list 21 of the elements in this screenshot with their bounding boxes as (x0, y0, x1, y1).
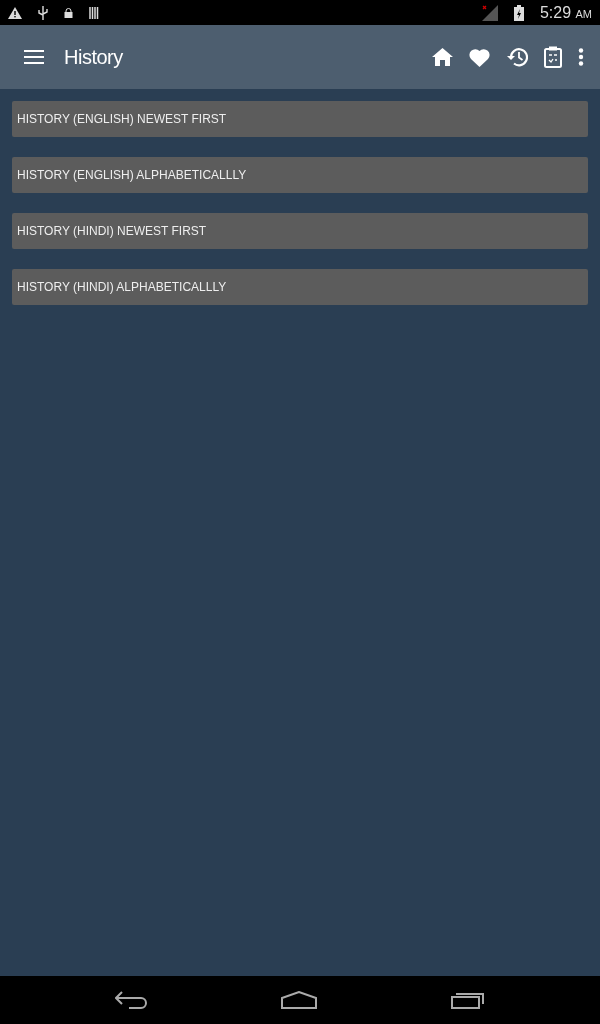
heart-icon[interactable] (469, 47, 490, 67)
recent-apps-icon[interactable] (451, 991, 486, 1009)
back-icon[interactable] (114, 991, 148, 1009)
clock: 5:29 AM (539, 2, 592, 23)
signal-icon (481, 4, 498, 21)
history-icon[interactable] (506, 47, 528, 67)
warning-icon (8, 6, 22, 19)
usb-icon (38, 5, 48, 20)
home-icon[interactable] (281, 991, 318, 1009)
battery-icon (513, 4, 524, 21)
clipboard-icon[interactable] (544, 46, 562, 68)
menu-icon[interactable] (24, 50, 44, 64)
history-option-button[interactable]: HISTORY (ENGLISH) ALPHABETICALLLY (12, 157, 588, 193)
lock-icon (64, 7, 73, 18)
history-option-button[interactable]: HISTORY (ENGLISH) NEWEST FIRST (12, 101, 588, 137)
history-option-button[interactable]: HISTORY (HINDI) ALPHABETICALLLY (12, 269, 588, 305)
home-icon[interactable] (432, 48, 453, 66)
history-option-button[interactable]: HISTORY (HINDI) NEWEST FIRST (12, 213, 588, 249)
screen-title: History (64, 45, 123, 70)
more-icon[interactable] (578, 48, 584, 66)
barcode-icon (89, 6, 99, 19)
